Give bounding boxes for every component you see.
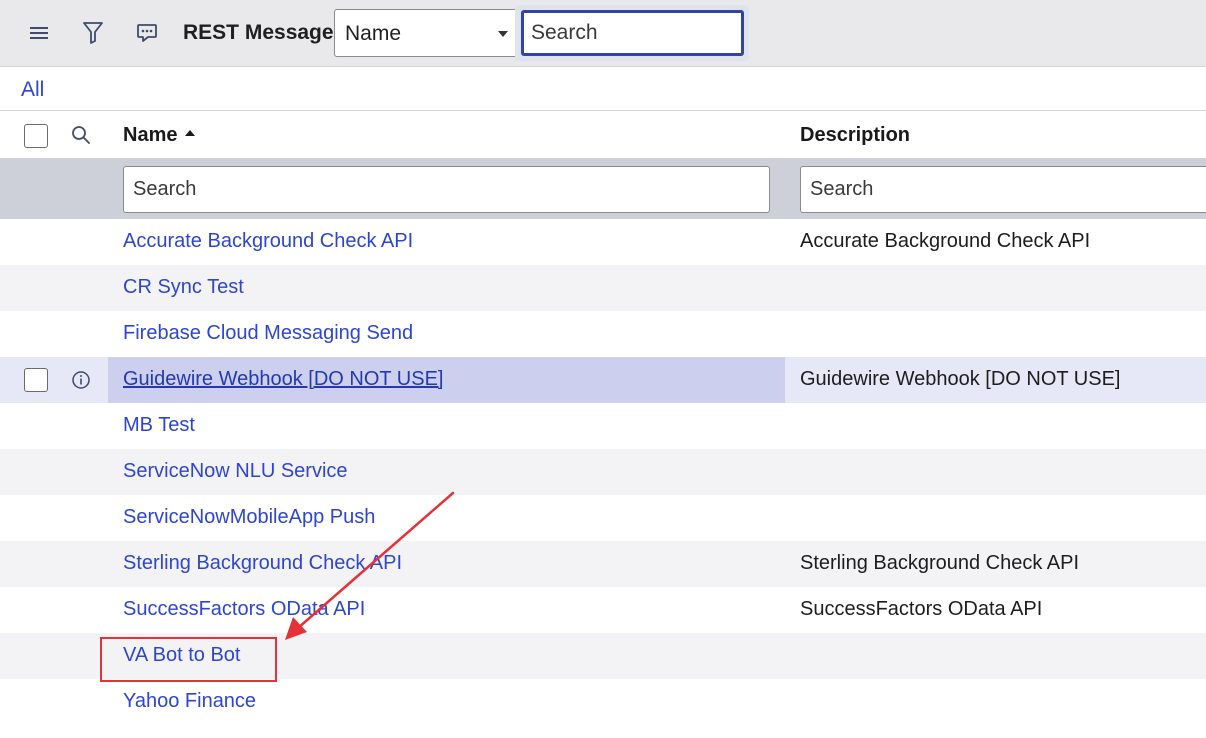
record-name-link[interactable]: Accurate Background Check API xyxy=(123,230,413,253)
record-description: Accurate Background Check API xyxy=(800,230,1091,252)
table-row: SuccessFactors OData API SuccessFactors … xyxy=(0,587,1206,633)
record-name-link[interactable]: ServiceNow NLU Service xyxy=(123,460,348,483)
table-row: ServiceNow NLU Service xyxy=(0,449,1206,495)
comment-icon[interactable] xyxy=(131,17,163,49)
table-row: Accurate Background Check API Accurate B… xyxy=(0,219,1206,265)
record-name-link[interactable]: Firebase Cloud Messaging Send xyxy=(123,322,413,345)
record-name-link[interactable]: CR Sync Test xyxy=(123,276,244,299)
record-description: SuccessFactors OData API xyxy=(800,598,1043,620)
column-header-name[interactable]: Name xyxy=(123,124,196,147)
breadcrumb-divider xyxy=(0,110,1206,111)
record-name-link[interactable]: Yahoo Finance xyxy=(123,690,256,713)
record-name-link[interactable]: ServiceNowMobileApp Push xyxy=(123,506,375,529)
record-name-link[interactable]: MB Test xyxy=(123,414,195,437)
column-header-description[interactable]: Description xyxy=(800,124,910,147)
select-all-checkbox[interactable] xyxy=(24,124,48,148)
record-name-link[interactable]: Sterling Background Check API xyxy=(123,552,402,575)
search-icon[interactable] xyxy=(71,125,91,150)
description-filter-input[interactable] xyxy=(800,166,1206,213)
hamburger-menu-icon[interactable] xyxy=(23,17,55,49)
breadcrumb-all[interactable]: All xyxy=(21,78,44,102)
list-search-input[interactable] xyxy=(521,10,744,56)
list-header-bar: REST Messages Name xyxy=(0,0,1206,67)
record-description: Sterling Background Check API xyxy=(800,552,1080,574)
chevron-down-icon xyxy=(498,31,508,37)
sort-ascending-icon xyxy=(185,129,196,136)
info-icon[interactable] xyxy=(71,370,91,395)
record-description: Guidewire Webhook [DO NOT USE] xyxy=(800,368,1121,390)
search-field-value: Name xyxy=(345,22,402,45)
record-name-link[interactable]: SuccessFactors OData API xyxy=(123,598,365,621)
search-field-select[interactable]: Name xyxy=(334,9,518,57)
name-filter-input[interactable] xyxy=(123,166,770,213)
table-row-hovered: Guidewire Webhook [DO NOT USE] Guidewire… xyxy=(0,357,1206,403)
row-select-checkbox[interactable] xyxy=(24,368,48,392)
table-row: Firebase Cloud Messaging Send xyxy=(0,311,1206,357)
page-title: REST Messages xyxy=(183,21,346,44)
table-row: ServiceNowMobileApp Push xyxy=(0,495,1206,541)
column-header-name-label: Name xyxy=(123,124,178,146)
table-row: MB Test xyxy=(0,403,1206,449)
record-name-link[interactable]: Guidewire Webhook [DO NOT USE] xyxy=(123,368,444,391)
table-row: Yahoo Finance xyxy=(0,679,1206,725)
table-row: Sterling Background Check API Sterling B… xyxy=(0,541,1206,587)
filter-icon[interactable] xyxy=(77,17,109,49)
table-row: CR Sync Test xyxy=(0,265,1206,311)
annotation-highlight-box xyxy=(100,637,277,682)
